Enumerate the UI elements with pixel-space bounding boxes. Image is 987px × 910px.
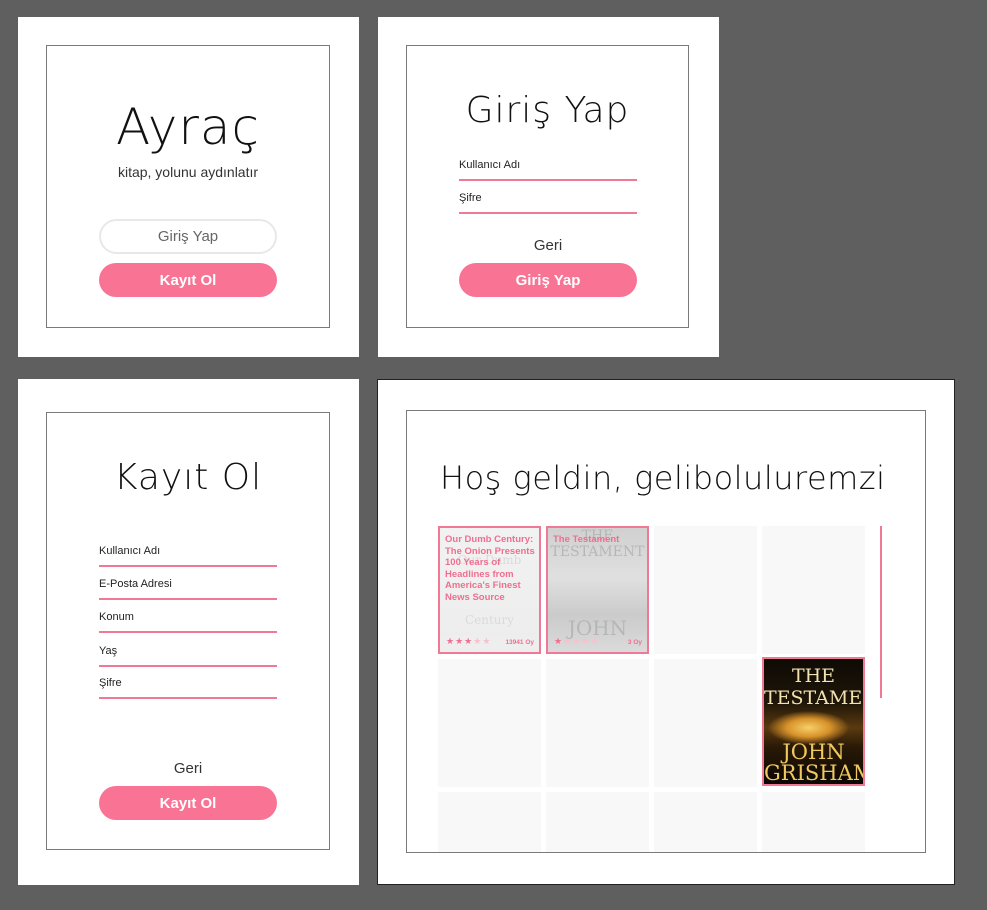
star-filled-icon: ★ [464, 637, 474, 647]
back-link[interactable]: Geri [459, 237, 637, 254]
register-frame: Kayıt Ol Kullanıcı Adı E-Posta Adresi Ko… [46, 412, 330, 850]
star-filled-icon: ★ [554, 637, 564, 647]
book-card-featured[interactable]: THETESTAMENT JOHNGRISHAM [762, 657, 865, 786]
register-screen: Kayıt Ol Kullanıcı Adı E-Posta Adresi Ko… [18, 379, 359, 885]
book-cover-image: THE TESTAMENT JOHN [548, 528, 647, 652]
back-link[interactable]: Geri [99, 760, 277, 777]
register-title: Kayıt Ol [113, 457, 263, 498]
password-field[interactable]: Şifre [99, 677, 277, 699]
book-title: The Testament [553, 534, 620, 545]
star-filled-icon: ★ [446, 637, 456, 647]
app-name: Ayraç [115, 98, 261, 156]
login-frame: Giriş Yap Kullanıcı Adı Şifre Geri Giriş… [406, 45, 689, 328]
welcome-screen: Ayraç kitap, yolunu aydınlatır Giriş Yap… [18, 17, 359, 357]
home-frame: Hoş geldin, gelibolu​luremzi Our Dumb Ce… [406, 410, 926, 853]
book-placeholder[interactable] [654, 526, 757, 654]
age-field[interactable]: Yaş [99, 645, 277, 667]
star-empty-icon: ★ [572, 637, 582, 647]
star-empty-icon: ★ [482, 637, 492, 647]
book-card[interactable]: Our Dumb Century Our Dumb Century: The O… [438, 526, 541, 654]
scrollbar[interactable] [880, 526, 882, 698]
location-field[interactable]: Konum [99, 611, 277, 633]
cover-title-line2: TESTAMENT [764, 687, 863, 709]
username-field[interactable]: Kullanıcı Adı [99, 545, 277, 567]
rating-stars: ★★★★★ [446, 637, 491, 647]
home-screen: Hoş geldin, gelibolu​luremzi Our Dumb Ce… [377, 379, 955, 885]
login-button[interactable]: Giriş Yap [99, 219, 277, 254]
star-filled-icon: ★ [455, 637, 465, 647]
greeting-heading: Hoş geldin, gelibolu​luremzi [440, 459, 886, 497]
cover-author: JOHN GRISHAM [764, 742, 863, 784]
book-placeholder[interactable] [654, 659, 757, 787]
cover-title: THETESTAMENT [764, 665, 863, 709]
rating-stars: ★★★★★ [554, 637, 599, 647]
vote-count: 13941 Oy [505, 639, 534, 646]
welcome-frame: Ayraç kitap, yolunu aydınlatır Giriş Yap… [46, 45, 330, 328]
register-button[interactable]: Kayıt Ol [99, 263, 277, 297]
password-field[interactable]: Şifre [459, 192, 637, 214]
star-empty-icon: ★ [563, 637, 573, 647]
book-card[interactable]: THE TESTAMENT JOHN The Testament ★★★★★ 3… [546, 526, 649, 654]
book-cover-image: THETESTAMENT JOHNGRISHAM [764, 659, 863, 784]
book-placeholder[interactable] [546, 792, 649, 852]
register-submit-button[interactable]: Kayıt Ol [99, 786, 277, 820]
book-placeholder[interactable] [546, 659, 649, 787]
ghost-cover-middle: TESTAMENT [550, 544, 645, 560]
login-submit-button[interactable]: Giriş Yap [459, 263, 637, 297]
book-placeholder[interactable] [654, 792, 757, 852]
star-empty-icon: ★ [581, 637, 591, 647]
book-placeholder[interactable] [438, 659, 541, 787]
star-empty-icon: ★ [590, 637, 600, 647]
book-placeholder[interactable] [762, 792, 865, 852]
book-title: Our Dumb Century: The Onion Presents 100… [445, 534, 535, 603]
username-field[interactable]: Kullanıcı Adı [459, 159, 637, 181]
cover-author-line2: GRISHAM [764, 761, 865, 785]
vote-count: 3 Oy [627, 639, 642, 646]
login-screen: Giriş Yap Kullanıcı Adı Şifre Geri Giriş… [378, 17, 719, 357]
email-field[interactable]: E-Posta Adresi [99, 578, 277, 600]
book-placeholder[interactable] [762, 526, 865, 654]
ghost-cover-bottom: Century [464, 613, 515, 627]
login-title: Giriş Yap [465, 90, 630, 131]
book-placeholder[interactable] [438, 792, 541, 852]
app-tagline: kitap, yolunu aydınlatır [117, 164, 259, 180]
star-empty-icon: ★ [473, 637, 483, 647]
cover-title-line1: THE [791, 665, 836, 687]
